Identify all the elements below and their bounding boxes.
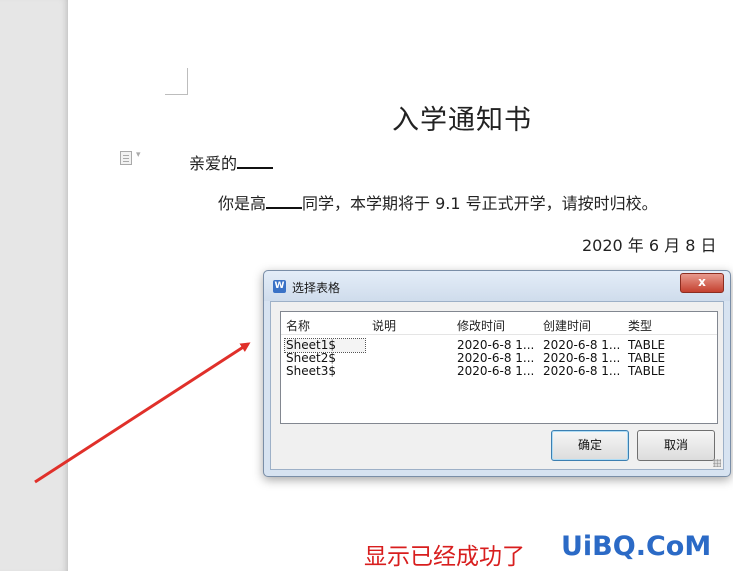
body-prefix: 你是高 (218, 194, 267, 213)
dialog-title: 选择表格 (292, 281, 341, 295)
margin-corner-mark (165, 68, 188, 95)
greeting-line: 亲爱的 (189, 150, 274, 174)
row-type-cell: TABLE (628, 364, 666, 378)
column-header-modified[interactable]: 修改时间 (457, 317, 505, 334)
wps-app-icon: W (273, 280, 286, 293)
row-modified-cell: 2020-6-8 1... (457, 364, 535, 378)
select-table-dialog: W 选择表格 x 名称 说明 修改时间 创建时间 类型 Sheet1$ 2020… (263, 270, 731, 477)
column-header-created[interactable]: 创建时间 (543, 317, 591, 334)
cancel-button[interactable]: 取消 (637, 430, 715, 461)
column-header-description[interactable]: 说明 (372, 317, 396, 334)
resize-grip-icon[interactable] (713, 459, 721, 467)
table-row[interactable]: Sheet3$ 2020-6-8 1... 2020-6-8 1... TABL… (281, 365, 717, 378)
list-header: 名称 说明 修改时间 创建时间 类型 (281, 312, 717, 335)
site-watermark: UiBQ.CoM (561, 531, 712, 562)
body-suffix: 同学，本学期将于 9.1 号正式开学，请按时归校。 (302, 194, 658, 213)
date-line: 2020 年 6 月 8 日 (582, 236, 717, 255)
column-header-name[interactable]: 名称 (286, 317, 310, 334)
annotation-caption: 显示已经成功了 (364, 544, 525, 570)
name-blank (237, 153, 274, 169)
grade-blank (266, 193, 303, 209)
document-title: 入学通知书 (392, 105, 532, 136)
body-line: 你是高 同学，本学期将于 9.1 号正式开学，请按时归校。 (218, 190, 658, 214)
row-name-cell: Sheet3$ (286, 364, 336, 378)
close-button[interactable]: x (680, 273, 724, 293)
table-list[interactable]: 名称 说明 修改时间 创建时间 类型 Sheet1$ 2020-6-8 1...… (280, 311, 718, 424)
document-icon (120, 151, 132, 165)
chevron-down-icon: ▾ (136, 150, 141, 160)
left-gutter (0, 0, 68, 571)
row-created-cell: 2020-6-8 1... (543, 364, 621, 378)
paragraph-options-icon[interactable]: ▾ (120, 150, 146, 166)
close-icon: x (698, 275, 706, 289)
greeting-text: 亲爱的 (189, 154, 238, 173)
ok-button[interactable]: 确定 (551, 430, 629, 461)
dialog-body: 名称 说明 修改时间 创建时间 类型 Sheet1$ 2020-6-8 1...… (270, 301, 724, 470)
column-header-type[interactable]: 类型 (628, 317, 652, 334)
dialog-titlebar[interactable]: W 选择表格 x (264, 271, 730, 301)
